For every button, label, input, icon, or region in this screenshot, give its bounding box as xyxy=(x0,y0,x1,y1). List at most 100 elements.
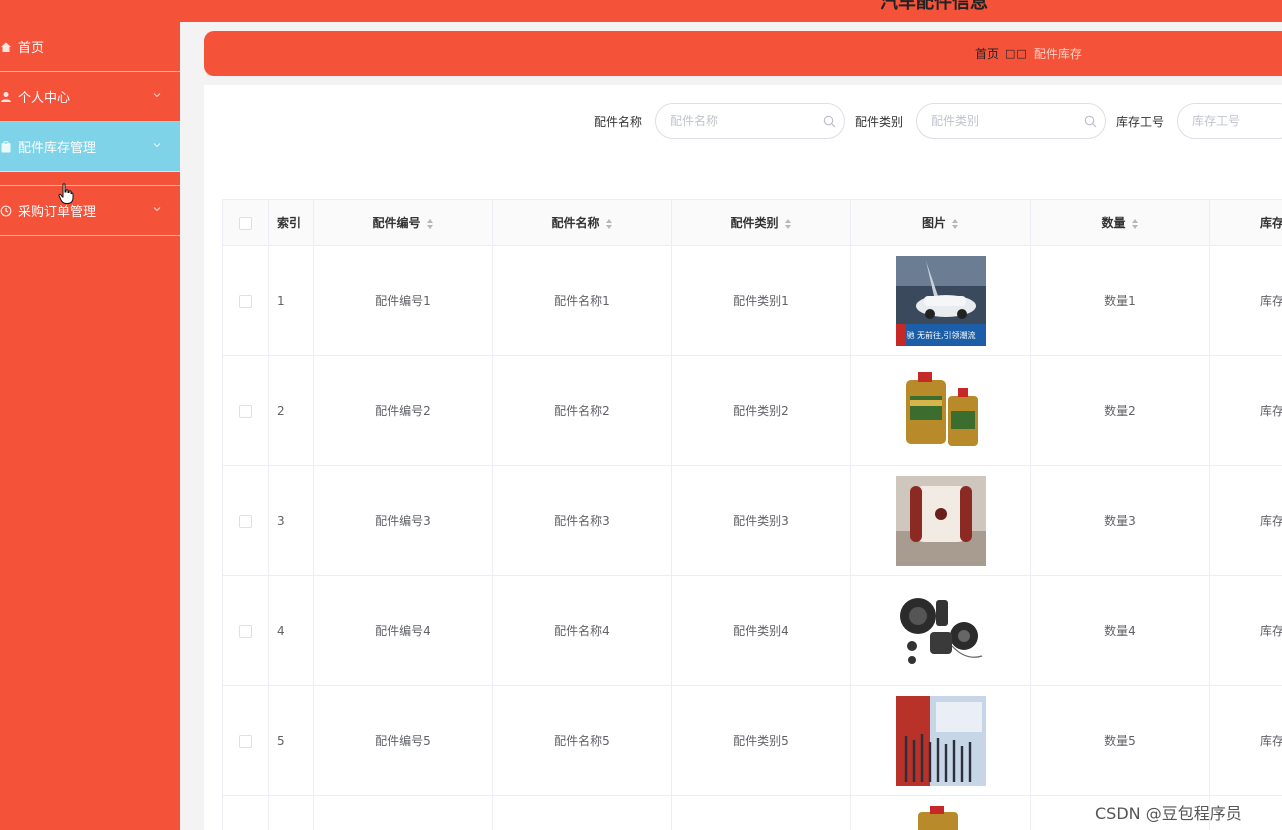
cell-quantity: 数量3 xyxy=(1030,465,1210,576)
cell-part-code: 配件编号3 xyxy=(313,465,493,576)
cell-part-category xyxy=(671,795,851,830)
search-icon[interactable] xyxy=(1084,115,1097,128)
column-header-part-code[interactable]: 配件编号 xyxy=(313,199,493,246)
sidebar-item-label: 个人中心 xyxy=(18,91,71,106)
part-image-engine-oil[interactable] xyxy=(895,365,986,456)
cell-stock: 库存 xyxy=(1209,465,1282,576)
select-all-checkbox[interactable] xyxy=(239,216,252,230)
cell-part-code xyxy=(313,795,493,830)
select-all-cell xyxy=(222,199,269,246)
sidebar-item-home[interactable]: 首页 xyxy=(0,22,180,72)
table-row[interactable]: 5 配件编号5 配件名称5 配件类别5 数量5 库存 xyxy=(222,685,1282,796)
image-ad-text: 驰 无前往,引领潮流 xyxy=(906,330,975,340)
cell-part-name xyxy=(492,795,672,830)
sort-icon[interactable] xyxy=(1131,218,1139,230)
cell-part-code: 配件编号5 xyxy=(313,685,493,796)
breadcrumb-home-link[interactable]: 首页 xyxy=(975,45,999,62)
search-input-part-name[interactable] xyxy=(670,104,820,138)
cell-index: 1 xyxy=(268,245,314,356)
row-select-cell xyxy=(222,355,269,466)
cell-part-code: 配件编号1 xyxy=(313,245,493,356)
cell-index: 2 xyxy=(268,355,314,466)
sidebar-item-parts-inventory[interactable]: 配件库存管理 xyxy=(0,122,180,172)
sort-icon[interactable] xyxy=(605,218,613,230)
sort-icon[interactable] xyxy=(426,218,434,230)
cell-part-category: 配件类别4 xyxy=(671,575,851,686)
column-header-image[interactable]: 图片 xyxy=(850,199,1031,246)
cell-index: 5 xyxy=(268,685,314,796)
sidebar-item-label: 配件库存管理 xyxy=(18,141,97,156)
clock-icon xyxy=(0,205,12,217)
part-image-drill-bits[interactable] xyxy=(895,695,986,786)
column-header-stock[interactable]: 库存 xyxy=(1209,199,1282,246)
watermark: CSDN @豆包程序员 xyxy=(1095,804,1242,823)
row-checkbox[interactable] xyxy=(239,404,252,418)
cell-stock: 库存 xyxy=(1209,685,1282,796)
sidebar-item-label: 首页 xyxy=(18,41,45,56)
cell-part-code: 配件编号2 xyxy=(313,355,493,466)
cell-stock: 库存 xyxy=(1209,575,1282,686)
cell-part-category: 配件类别3 xyxy=(671,465,851,576)
search-label-stock-id: 库存工号 xyxy=(1116,115,1165,129)
cell-part-name: 配件名称1 xyxy=(492,245,672,356)
table-row[interactable]: 4 配件编号4 配件名称4 配件类别4 数量4 库存 xyxy=(222,575,1282,686)
sidebar-item-label: 采购订单管理 xyxy=(18,205,97,220)
chevron-down-icon xyxy=(152,140,162,150)
row-select-cell xyxy=(222,245,269,356)
row-checkbox[interactable] xyxy=(239,734,252,748)
sort-icon[interactable] xyxy=(951,218,959,230)
cell-quantity: 数量1 xyxy=(1030,245,1210,356)
part-image-engine-oil[interactable] xyxy=(895,806,986,830)
search-label-part-category: 配件类别 xyxy=(855,115,904,129)
cell-index: 4 xyxy=(268,575,314,686)
column-header-label: 配件类别 xyxy=(730,216,779,230)
search-label-part-name: 配件名称 xyxy=(594,115,643,129)
sort-icon[interactable] xyxy=(784,218,792,230)
search-icon[interactable] xyxy=(823,115,836,128)
user-icon xyxy=(0,91,12,103)
row-checkbox[interactable] xyxy=(239,294,252,308)
part-image-spark-plug[interactable]: 驰 无前往,引领潮流 xyxy=(895,255,986,346)
row-checkbox[interactable] xyxy=(239,514,252,528)
cell-image xyxy=(850,355,1031,466)
cell-quantity: 数量5 xyxy=(1030,685,1210,796)
breadcrumb-current: 配件库存 xyxy=(1033,47,1082,61)
home-icon xyxy=(0,41,12,53)
row-select-cell xyxy=(222,575,269,686)
hand-cursor-icon xyxy=(58,183,74,205)
column-header-label: 配件编号 xyxy=(372,216,421,230)
part-image-seat-pillow[interactable] xyxy=(895,475,986,566)
row-checkbox[interactable] xyxy=(239,624,252,638)
main-panel: 配件名称 配件类别 库存工号 xyxy=(204,85,1282,830)
column-header-part-category[interactable]: 配件类别 xyxy=(671,199,851,246)
chevron-down-icon xyxy=(152,204,162,214)
sidebar-divider xyxy=(0,172,180,186)
table-row[interactable]: 1 配件编号1 配件名称1 配件类别1 驰 无前往,引领潮流 数量1 库存 xyxy=(222,245,1282,356)
cell-index: 3 xyxy=(268,465,314,576)
search-input-part-name-wrapper xyxy=(655,103,845,139)
cell-part-category: 配件类别1 xyxy=(671,245,851,356)
search-input-stock-id[interactable] xyxy=(1192,104,1282,138)
column-header-quantity[interactable]: 数量 xyxy=(1030,199,1210,246)
cell-index xyxy=(268,795,314,830)
sidebar-item-purchase-orders[interactable]: 采购订单管理 xyxy=(0,186,180,236)
table-row[interactable]: 2 配件编号2 配件名称2 配件类别2 数量2 库存 xyxy=(222,355,1282,466)
search-input-part-category[interactable] xyxy=(931,104,1081,138)
row-select-cell xyxy=(222,465,269,576)
column-header-index: 索引 xyxy=(268,199,314,246)
breadcrumb: 首页 □□ 配件库存 xyxy=(975,45,1082,62)
cell-stock: 库存 xyxy=(1209,245,1282,356)
cell-part-code: 配件编号4 xyxy=(313,575,493,686)
cell-part-name: 配件名称5 xyxy=(492,685,672,796)
row-select-cell xyxy=(222,795,269,830)
column-header-part-name[interactable]: 配件名称 xyxy=(492,199,672,246)
cell-image xyxy=(850,685,1031,796)
part-image-speakers[interactable] xyxy=(895,585,986,676)
column-header-label: 数量 xyxy=(1101,216,1126,230)
sidebar-item-personal-center[interactable]: 个人中心 xyxy=(0,72,180,122)
row-select-cell xyxy=(222,685,269,796)
top-header: 汽车配件信息 xyxy=(0,0,1282,22)
table-row[interactable]: 3 配件编号3 配件名称3 配件类别3 数量3 库存 xyxy=(222,465,1282,576)
cell-part-category: 配件类别2 xyxy=(671,355,851,466)
cell-quantity: 数量4 xyxy=(1030,575,1210,686)
